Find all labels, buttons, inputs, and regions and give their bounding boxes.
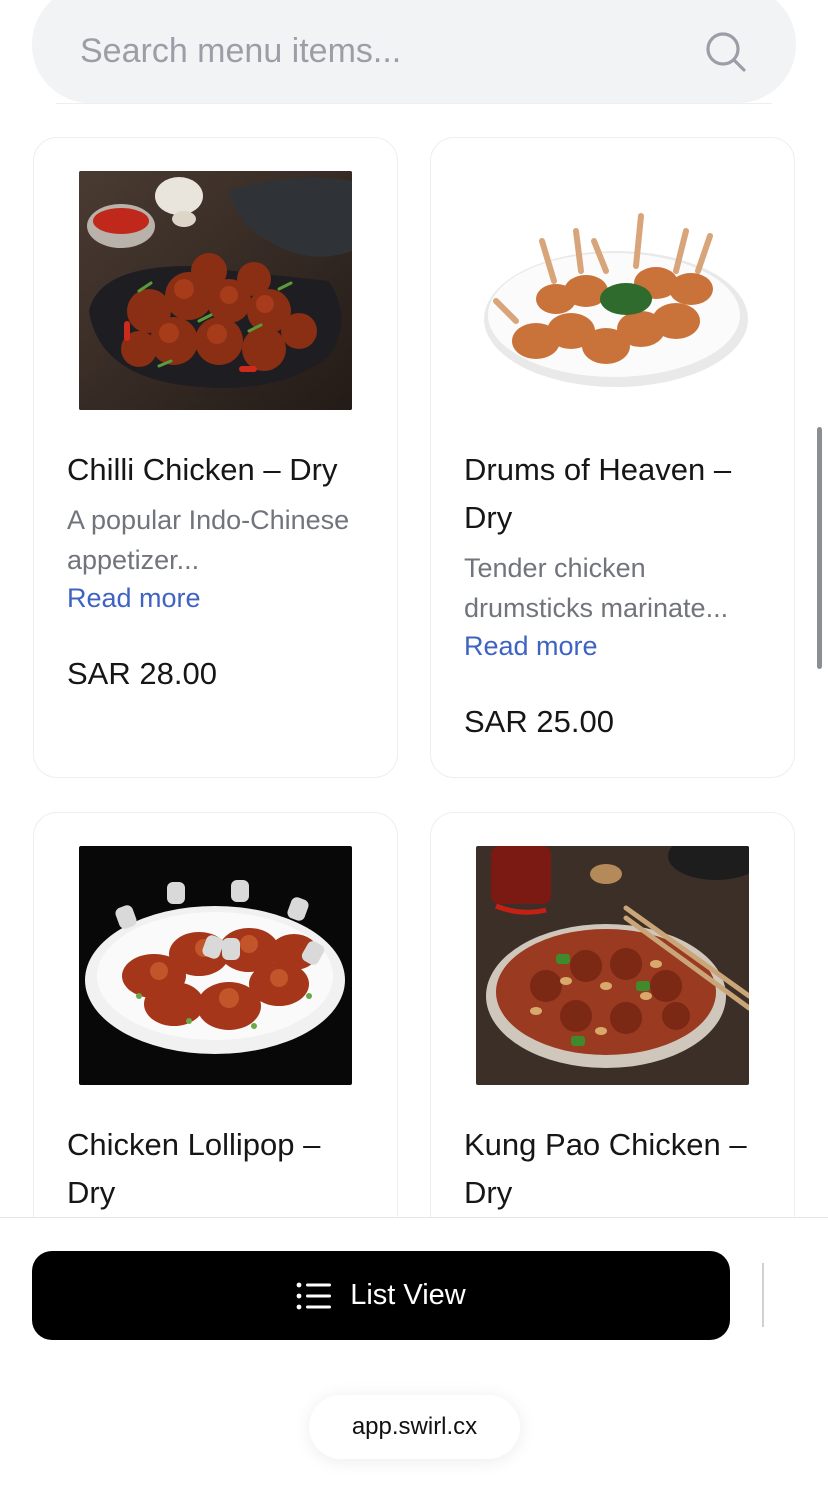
divider: [762, 1263, 764, 1327]
read-more-link[interactable]: Read more: [67, 578, 201, 618]
url-text: app.swirl.cx: [351, 1413, 478, 1440]
url-bar[interactable]: app.swirl.cx: [309, 1395, 520, 1459]
menu-item-card[interactable]: Chicken Lollipop – Dry: [33, 812, 398, 1252]
search-bar[interactable]: [32, 0, 796, 103]
search-input[interactable]: [80, 18, 704, 71]
divider: [56, 103, 772, 104]
item-title: Chilli Chicken – Dry: [67, 452, 338, 487]
bottom-bar: List View app.swirl.cx: [0, 1217, 828, 1486]
list-view-label: List View: [350, 1279, 466, 1311]
list-view-button[interactable]: List View: [32, 1251, 730, 1340]
item-image-drums-of-heaven[interactable]: [476, 171, 749, 410]
list-icon: [296, 1282, 332, 1309]
item-title: Kung Pao Chicken – Dry: [464, 1127, 747, 1210]
item-title: Chicken Lollipop – Dry: [67, 1127, 321, 1210]
search-icon[interactable]: [704, 30, 748, 74]
item-description: Tender chicken drumsticks marinate...: [464, 553, 729, 623]
menu-item-card[interactable]: Chilli Chicken – Dry A popular Indo-Chin…: [33, 137, 398, 778]
item-description: A popular Indo-Chinese appetizer...: [67, 505, 350, 575]
item-price: SAR 28.00: [67, 656, 217, 691]
item-image-chicken-lollipop[interactable]: [79, 846, 352, 1085]
read-more-link[interactable]: Read more: [464, 626, 598, 666]
menu-item-card[interactable]: Kung Pao Chicken – Dry: [430, 812, 795, 1252]
item-price: SAR 25.00: [464, 704, 614, 739]
scrollbar[interactable]: [817, 427, 822, 669]
menu-item-card[interactable]: Drums of Heaven – Dry Tender chicken dru…: [430, 137, 795, 778]
item-image-chilli-chicken[interactable]: [79, 171, 352, 410]
item-image-kung-pao-chicken[interactable]: [476, 846, 749, 1085]
item-title: Drums of Heaven – Dry: [464, 452, 732, 535]
menu-page: Chilli Chicken – Dry A popular Indo-Chin…: [0, 0, 828, 1486]
